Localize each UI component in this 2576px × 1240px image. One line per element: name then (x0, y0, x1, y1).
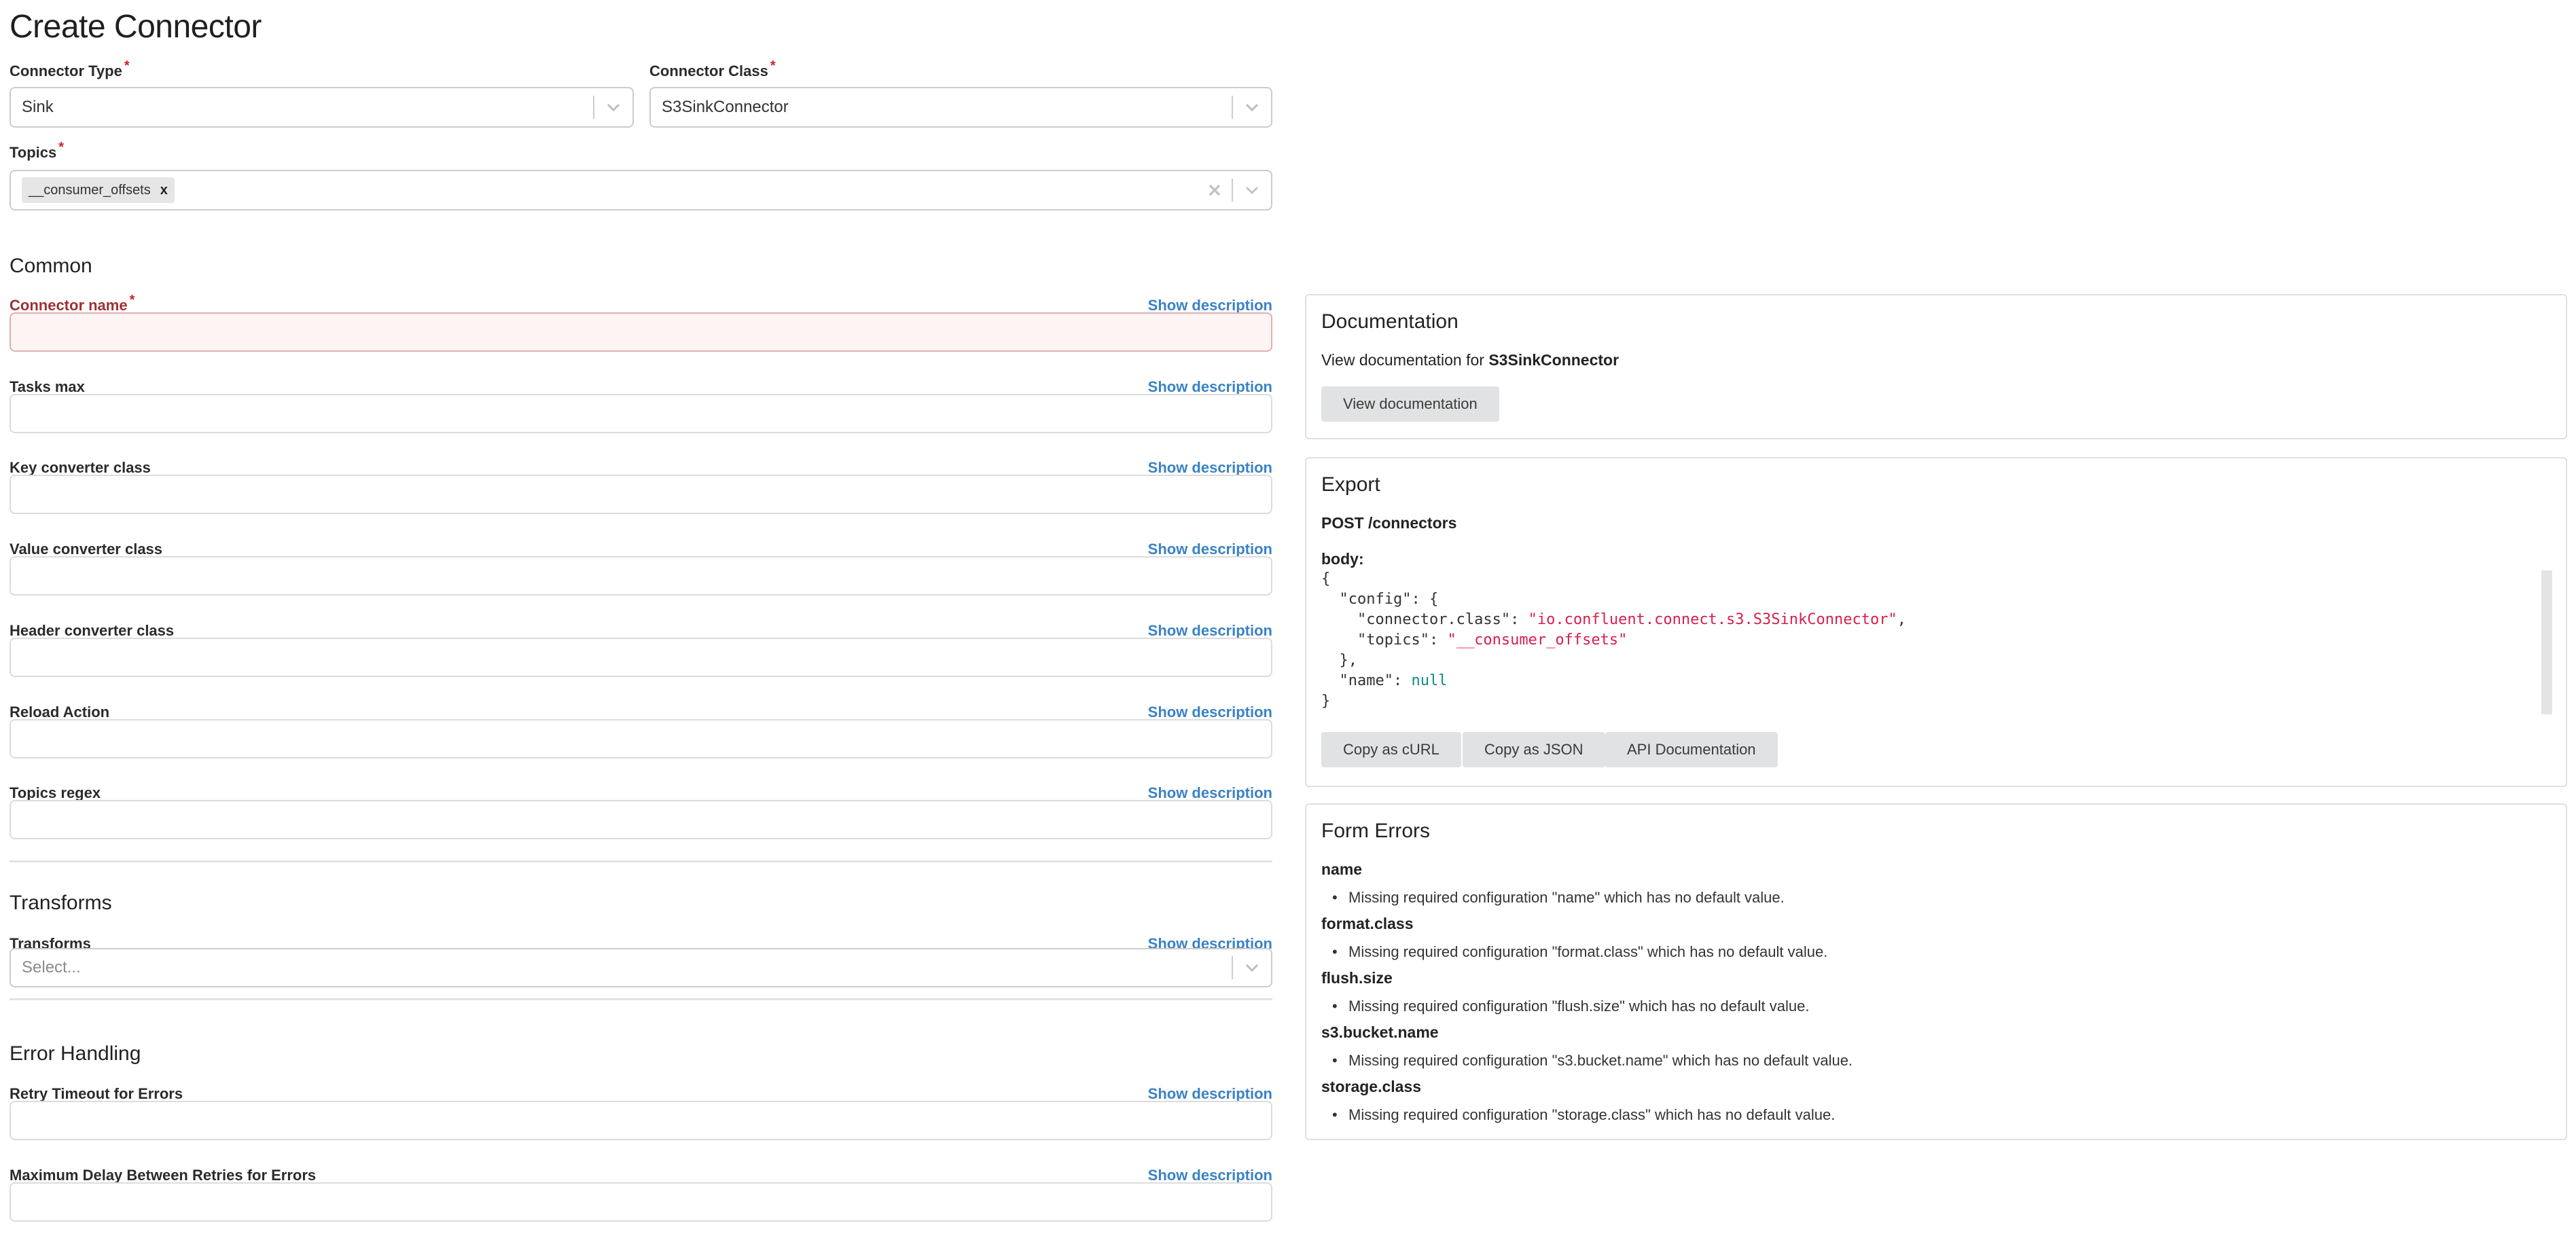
connector-name-input[interactable] (10, 312, 1272, 352)
show-description-link[interactable]: Show description (1148, 378, 1272, 396)
reload-action-label: Reload Action (10, 704, 109, 721)
show-description-link[interactable]: Show description (1148, 622, 1272, 640)
connector-type-value: Sink (22, 98, 54, 116)
section-title-error-handling: Error Handling (10, 1042, 141, 1065)
code-string: "io.confluent.connect.s3.S3SinkConnector… (1528, 611, 1897, 628)
reload-action-label-text: Reload Action (10, 703, 110, 721)
code-null: null (1411, 672, 1448, 689)
topics-label: Topics * (10, 140, 64, 162)
connector-type-label-text: Connector Type (10, 62, 122, 79)
tasks-max-label: Tasks max (10, 378, 85, 396)
export-code-block: { "config": { "connector.class": "io.con… (1321, 570, 1906, 710)
topics-multiselect[interactable]: __consumer_offsets x (10, 170, 1272, 211)
export-endpoint: POST /connectors (1321, 514, 1457, 532)
chevron-down-icon[interactable] (594, 103, 632, 111)
key-converter-class-input[interactable] (10, 475, 1272, 515)
code-key: "connector.class" (1357, 611, 1511, 628)
code-string: "__consumer_offsets" (1447, 632, 1628, 649)
documentation-text-prefix: View documentation for (1321, 351, 1484, 369)
export-panel: Export POST /connectors body: { "config"… (1305, 457, 2567, 787)
section-title-common: Common (10, 255, 92, 277)
reload-action-input[interactable] (10, 718, 1272, 759)
chevron-down-icon[interactable] (1233, 186, 1271, 194)
connector-type-select[interactable]: Sink (10, 87, 634, 128)
copy-as-json-button[interactable]: Copy as JSON (1463, 732, 1605, 767)
section-divider (10, 860, 1272, 862)
section-divider (10, 998, 1272, 1000)
form-error-message: Missing required configuration "format.c… (1332, 943, 1827, 961)
chevron-down-icon[interactable] (1233, 964, 1271, 972)
transforms-select[interactable]: Select... (10, 948, 1272, 987)
section-title-transforms: Transforms (10, 892, 112, 914)
documentation-text: View documentation for S3SinkConnector (1321, 351, 1619, 369)
value-converter-class-label-text: Value converter class (10, 541, 163, 558)
maximum-delay-between-retries-for-errors-input[interactable] (10, 1182, 1272, 1222)
transforms-placeholder: Select... (22, 958, 81, 977)
retry-timeout-for-errors-label-text: Retry Timeout for Errors (10, 1085, 183, 1102)
form-error-message: Missing required configuration "s3.bucke… (1332, 1052, 1853, 1070)
form-errors-panel: Form Errors name Missing required configu… (1305, 803, 2567, 1140)
clear-icon[interactable] (1198, 184, 1232, 196)
documentation-title: Documentation (1321, 310, 1459, 333)
topics-regex-input[interactable] (10, 800, 1272, 840)
form-error-key: flush.size (1321, 969, 1393, 987)
form-error-message: Missing required configuration "name" wh… (1332, 889, 1785, 907)
form-error-key: name (1321, 860, 1363, 878)
api-documentation-button[interactable]: API Documentation (1605, 732, 1778, 767)
header-converter-class-label-text: Header converter class (10, 621, 175, 639)
form-error-key: s3.bucket.name (1321, 1023, 1439, 1041)
maximum-delay-between-retries-for-errors-label-text: Maximum Delay Between Retries for Errors (10, 1167, 317, 1184)
connector-name-label-text: Connector name (10, 297, 128, 314)
header-converter-class-label: Header converter class (10, 622, 174, 640)
form-error-message: Missing required configuration "flush.si… (1332, 998, 1809, 1015)
remove-chip-icon[interactable]: x (160, 183, 168, 198)
export-title: Export (1321, 473, 1380, 496)
form-errors-title: Form Errors (1321, 820, 1430, 842)
documentation-connector-name: S3SinkConnector (1488, 351, 1620, 369)
tasks-max-label-text: Tasks max (10, 378, 85, 395)
export-body-label: body: (1321, 550, 1364, 568)
documentation-panel: Documentation View documentation for S3S… (1305, 294, 2567, 439)
connector-class-value: S3SinkConnector (662, 98, 789, 116)
code-scrollbar[interactable] (2541, 570, 2552, 714)
code-brace: } (1321, 693, 1331, 710)
connector-type-label: Connector Type * (10, 58, 130, 80)
form-error-key: storage.class (1321, 1078, 1422, 1095)
code-key: "config" (1339, 591, 1412, 608)
key-converter-class-label-text: Key converter class (10, 459, 151, 477)
header-converter-class-input[interactable] (10, 637, 1272, 677)
required-marker: * (124, 58, 130, 73)
connector-class-select[interactable]: S3SinkConnector (649, 87, 1272, 128)
code-brace: { (1321, 570, 1331, 587)
topic-chip: __consumer_offsets x (22, 177, 175, 203)
tasks-max-input[interactable] (10, 393, 1272, 433)
form-error-message: Missing required configuration "storage.… (1332, 1106, 1835, 1124)
topics-label-text: Topics (10, 144, 57, 161)
connector-class-label: Connector Class * (649, 58, 776, 80)
topics-regex-label-text: Topics regex (10, 784, 101, 802)
connector-class-label-text: Connector Class (649, 62, 768, 79)
chevron-down-icon[interactable] (1233, 103, 1271, 111)
value-converter-class-input[interactable] (10, 556, 1272, 596)
code-key: "topics" (1357, 632, 1429, 649)
page-title: Create Connector (10, 9, 262, 45)
required-marker: * (58, 140, 65, 155)
show-description-link[interactable]: Show description (1148, 704, 1272, 721)
copy-as-curl-button[interactable]: Copy as cURL (1321, 732, 1461, 767)
required-marker: * (129, 293, 135, 308)
view-documentation-button[interactable]: View documentation (1321, 386, 1499, 422)
topic-chip-label: __consumer_offsets (29, 182, 151, 198)
retry-timeout-for-errors-input[interactable] (10, 1101, 1272, 1140)
form-error-key: format.class (1321, 915, 1414, 932)
code-key: "name" (1339, 672, 1393, 689)
required-marker: * (770, 58, 776, 73)
